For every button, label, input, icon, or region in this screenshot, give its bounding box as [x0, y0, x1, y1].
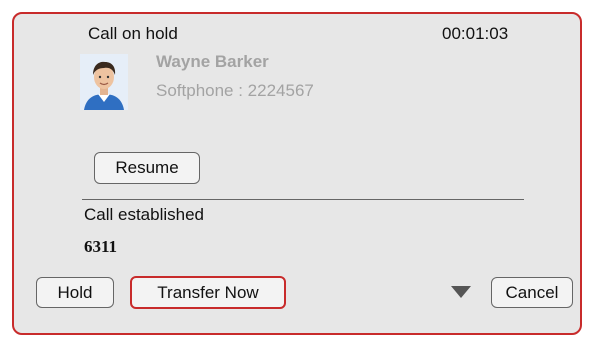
resume-button[interactable]: Resume: [94, 152, 200, 184]
contact-detail: Softphone : 2224567: [156, 81, 314, 100]
person-photo-icon: [80, 54, 128, 110]
call-timer: 00:01:03: [442, 24, 509, 43]
established-call-number: 6311: [84, 237, 118, 256]
contact-avatar: [80, 54, 128, 110]
triangle-down-icon[interactable]: [450, 284, 472, 300]
divider: [82, 199, 524, 200]
call-status-title: Call on hold: [88, 24, 178, 43]
hold-button[interactable]: Hold: [36, 277, 114, 308]
call-established-label: Call established: [84, 205, 205, 224]
cancel-button[interactable]: Cancel: [491, 277, 573, 308]
contact-name: Wayne Barker: [156, 52, 269, 71]
transfer-now-button[interactable]: Transfer Now: [130, 276, 286, 309]
call-transfer-panel: Call on hold 00:01:03 Wayne Barker Softp…: [12, 12, 582, 335]
